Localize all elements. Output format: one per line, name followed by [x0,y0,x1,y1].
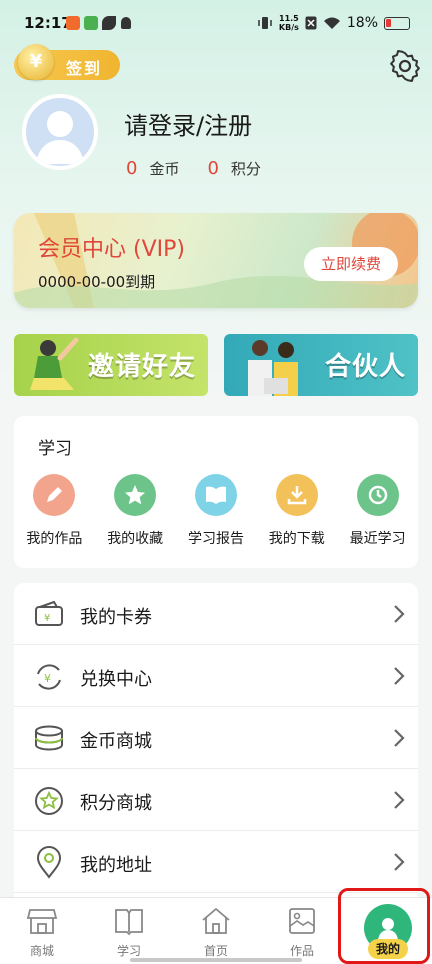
study-item-report[interactable]: 学习报告 [176,474,257,548]
menu-item-label: 兑换中心 [80,669,152,690]
status-bar: 12:17 11.5 KB/s 18% [0,0,432,46]
menu-item-coin-mall[interactable]: 金币商城 [14,707,418,769]
nav-tab-study[interactable]: 学习 [99,906,159,959]
nav-tab-home[interactable]: 首页 [186,906,246,959]
coins-value: 0 [126,158,138,179]
default-user-icon [36,111,84,164]
chevron-right-icon [394,605,405,623]
partner-banner[interactable]: 合伙人 [224,334,418,396]
coins-stack-icon [35,725,63,751]
star-badge-icon [35,787,63,815]
nav-tab-mall[interactable]: 商城 [12,906,72,959]
study-item-recent[interactable]: 最近学习 [337,474,418,548]
invite-friends-banner[interactable]: 邀请好友 [14,334,208,396]
sim-icon [305,16,317,30]
avatar[interactable] [22,94,98,170]
shop-icon [26,909,58,934]
vip-card[interactable]: 会员中心 (VIP) 0000-00-00到期 立即续费 [14,213,418,308]
star-icon [114,474,157,516]
nav-tab-label: 商城 [29,944,54,958]
menu-list: ¥ 我的卡券 ¥ 兑换中心 金币商城 积分商城 我的地址 [14,583,418,903]
study-item-favorites[interactable]: 我的收藏 [95,474,176,548]
chevron-right-icon [394,853,405,871]
points-label: 积分 [230,160,261,178]
speed-value: 11.5 [279,14,299,23]
menu-item-points-mall[interactable]: 积分商城 [14,769,418,831]
study-item-downloads[interactable]: 我的下载 [256,474,337,548]
study-section-title: 学习 [38,439,72,459]
home-indicator [130,958,302,962]
study-section: 学习 我的作品 我的收藏 学习报告 我的下载 最近学习 [14,416,418,568]
nav-tab-label: 首页 [203,944,228,958]
notification-bell-icon [121,17,131,29]
book-icon [194,474,237,516]
status-right: 11.5 KB/s 18% [257,14,410,32]
partners-illustration-icon [248,340,298,396]
menu-item-label: 我的卡券 [80,607,152,628]
picture-icon [289,908,315,934]
study-item-label: 我的作品 [26,531,83,547]
study-items: 我的作品 我的收藏 学习报告 我的下载 最近学习 [14,474,418,548]
chevron-right-icon [394,729,405,747]
menu-item-label: 积分商城 [80,793,152,814]
battery-icon [384,16,410,30]
home-icon [202,907,230,934]
battery-percent: 18% [346,15,378,31]
menu-item-coupons[interactable]: ¥ 我的卡券 [14,583,418,645]
svg-text:¥: ¥ [44,613,50,624]
coins-label: 金币 [149,160,180,178]
account-stats: 0 金币 0 积分 [126,158,261,179]
renew-button[interactable]: 立即续费 [304,247,398,281]
signin-button[interactable]: ¥ 签到 [14,44,120,80]
study-item-my-works[interactable]: 我的作品 [14,474,95,548]
vibrate-icon [258,17,272,29]
points-value: 0 [207,158,219,179]
invite-friends-label: 邀请好友 [87,352,196,382]
network-speed: 11.5 KB/s [279,14,299,32]
login-register-link[interactable]: 请登录/注册 [124,106,252,141]
notification-app-icon [66,16,80,30]
wifi-icon [323,17,340,29]
vip-expire-date: 0000-00-00到期 [38,273,156,291]
coin-icon: ¥ [18,44,54,80]
nav-tab-label: 作品 [289,944,314,958]
vip-title: 会员中心 (VIP) [38,237,185,262]
partner-label: 合伙人 [324,352,406,382]
menu-item-address[interactable]: 我的地址 [14,831,418,893]
pencil-icon [33,474,76,516]
signin-label: 签到 [66,59,103,78]
notification-app-icon [84,16,98,30]
menu-item-exchange[interactable]: ¥ 兑换中心 [14,645,418,707]
menu-item-label: 金币商城 [80,731,152,752]
location-pin-icon [36,846,62,879]
study-item-label: 我的收藏 [107,531,164,547]
chevron-right-icon [394,667,405,685]
chevron-right-icon [394,791,405,809]
exchange-icon: ¥ [37,664,61,690]
gear-icon[interactable] [388,49,422,83]
history-icon [356,474,399,516]
notification-leaf-icon [102,16,116,30]
study-item-label: 最近学习 [349,531,406,547]
study-item-label: 学习报告 [187,531,244,547]
menu-item-label: 我的地址 [80,855,152,876]
status-time: 12:17 [24,14,72,32]
nav-tab-works[interactable]: 作品 [272,906,332,959]
nav-tab-label: 学习 [116,944,141,958]
nav-tab-profile-label: 我的 [368,939,408,959]
speed-unit: KB/s [278,23,299,32]
download-icon [275,474,318,516]
wallet-icon: ¥ [35,600,63,626]
svg-text:¥: ¥ [44,672,51,685]
study-item-label: 我的下载 [268,531,325,547]
open-book-icon [115,909,143,936]
